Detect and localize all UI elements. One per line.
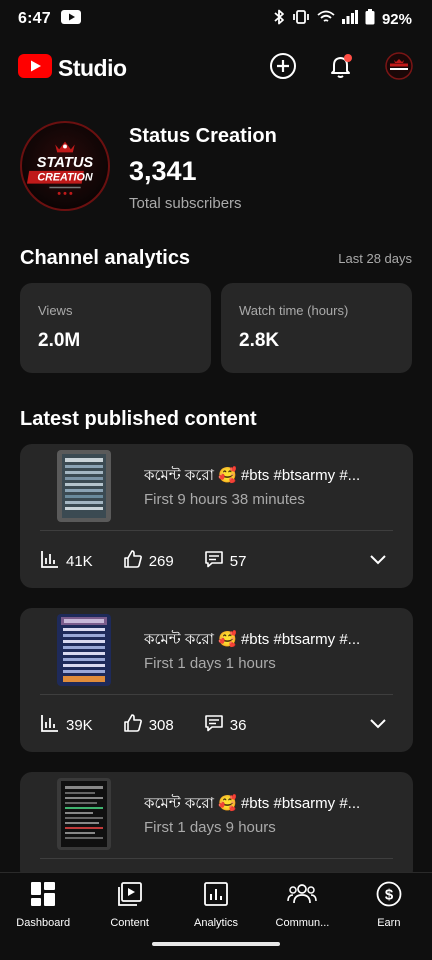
subscriber-label: Total subscribers [129,195,242,212]
youtube-logo-icon [18,53,52,83]
app-header: Studio [0,46,432,90]
likes-stat: 269 [123,549,174,573]
subscriber-count: 3,341 [129,156,197,186]
community-icon [287,881,318,912]
wifi-icon [317,10,335,28]
video-title: কমেন্ট করো 🥰 #bts #btsarmy #... [144,631,361,648]
views-stat: 39K [40,713,93,737]
watch-time-label: Watch time (hours) [239,303,349,318]
video-thumbnail[interactable] [57,778,111,850]
video-title: কমেন্ট করো 🥰 #bts #btsarmy #... [144,795,361,812]
video-title: কমেন্ট করো 🥰 #bts #btsarmy #... [144,467,361,484]
avatar-logo-text-2: CREATION [37,172,93,184]
svg-text:$: $ [385,887,394,904]
chevron-down-icon [369,552,387,570]
bar-chart-icon [40,713,60,737]
video-period: First 9 hours 38 minutes [144,491,305,508]
likes-count: 269 [148,552,174,570]
create-icon [269,52,297,85]
views-label: Views [38,303,73,318]
chevron-down-icon [369,716,387,734]
nav-label: Earn [377,917,401,929]
comment-icon [204,713,224,737]
video-period: First 1 days 1 hours [144,655,276,672]
studio-logo[interactable]: Studio [18,53,127,83]
divider [40,530,393,531]
nav-analytics[interactable]: Analytics [173,873,259,932]
analytics-title: Channel analytics [20,247,191,269]
comments-stat: 57 [204,549,247,573]
views-value: 2.0M [38,330,81,351]
comments-count: 36 [229,716,247,734]
expand-button[interactable] [363,546,393,576]
watch-time-value: 2.8K [239,330,280,351]
nav-community[interactable]: Commun... [259,873,345,932]
video-thumbnail[interactable] [57,450,111,522]
content-card[interactable]: কমেন্ট করো 🥰 #bts #btsarmy #... First 9 … [20,444,413,588]
video-thumbnail[interactable] [57,614,111,686]
analytics-period: Last 28 days [338,251,412,266]
status-time: 6:47 [18,10,51,27]
app-name: Studio [58,54,127,81]
nav-label: Content [110,917,149,929]
divider [40,694,393,695]
earn-icon: $ [376,881,402,912]
status-bar: 6:47 92% [0,0,432,38]
youtube-notification-icon [60,9,81,29]
nav-dashboard[interactable]: Dashboard [0,873,86,932]
channel-summary: STATUS CREATION Status Creation 3,341 To… [20,121,277,212]
create-button[interactable] [268,52,298,85]
nav-label: Analytics [194,917,239,929]
views-count: 39K [66,716,93,734]
expand-button[interactable] [363,710,393,740]
comments-count: 57 [229,552,247,570]
likes-count: 308 [148,716,174,734]
analytics-icon [203,881,229,912]
nav-label: Dashboard [16,917,71,929]
comment-icon [204,549,224,573]
views-card[interactable]: Views 2.0M [20,283,211,373]
nav-label: Commun... [275,917,330,929]
channel-avatar[interactable]: STATUS CREATION [20,121,110,211]
battery-percent: 92% [381,10,412,28]
notifications-icon [327,52,355,85]
bluetooth-icon [273,9,285,29]
account-button[interactable] [384,51,414,85]
views-stat: 41K [40,549,93,573]
dashboard-icon [30,881,56,912]
bar-chart-icon [40,549,60,573]
latest-content-title: Latest published content [20,408,257,430]
nav-earn[interactable]: $ Earn [346,873,432,932]
bottom-navigation: Dashboard Content Analytics Commun... $ … [0,872,432,932]
avatar-logo-text-1: STATUS [37,155,94,171]
nav-content[interactable]: Content [86,873,172,932]
watch-time-card[interactable]: Watch time (hours) 2.8K [221,283,412,373]
comments-stat: 36 [204,713,247,737]
channel-name: Status Creation [129,125,277,147]
like-icon [123,713,143,737]
home-indicator[interactable] [152,942,280,946]
signal-icon [341,10,358,28]
like-icon [123,549,143,573]
content-card[interactable]: কমেন্ট করো 🥰 #bts #btsarmy #... First 1 … [20,608,413,752]
notifications-button[interactable] [326,53,356,83]
content-icon [117,881,143,912]
vibrate-icon [292,10,310,28]
video-period: First 1 days 9 hours [144,819,276,836]
content-card[interactable]: কমেন্ট করো 🥰 #bts #btsarmy #... First 1 … [20,772,413,882]
divider [40,858,393,859]
likes-stat: 308 [123,713,174,737]
battery-icon [365,9,375,29]
account-avatar [385,51,413,85]
views-count: 41K [66,552,93,570]
